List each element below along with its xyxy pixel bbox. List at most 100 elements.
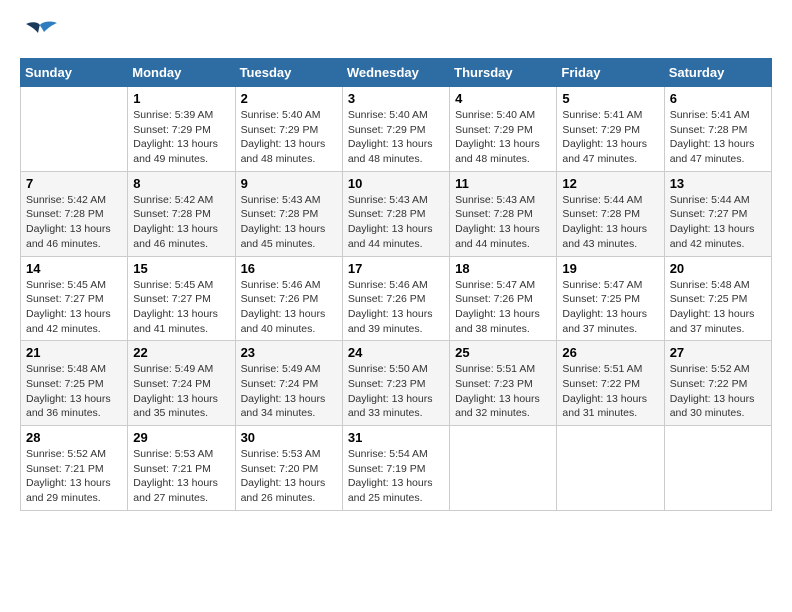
day-number: 16 <box>241 261 337 276</box>
calendar-cell: 25 Sunrise: 5:51 AM Sunset: 7:23 PM Dayli… <box>450 341 557 426</box>
day-info: Sunrise: 5:54 AM Sunset: 7:19 PM Dayligh… <box>348 447 444 506</box>
calendar-cell: 31 Sunrise: 5:54 AM Sunset: 7:19 PM Dayli… <box>342 426 449 511</box>
day-info: Sunrise: 5:52 AM Sunset: 7:22 PM Dayligh… <box>670 362 766 421</box>
calendar-cell: 3 Sunrise: 5:40 AM Sunset: 7:29 PM Daylig… <box>342 87 449 172</box>
calendar-cell: 23 Sunrise: 5:49 AM Sunset: 7:24 PM Dayli… <box>235 341 342 426</box>
day-number: 15 <box>133 261 229 276</box>
day-number: 20 <box>670 261 766 276</box>
calendar-cell: 1 Sunrise: 5:39 AM Sunset: 7:29 PM Daylig… <box>128 87 235 172</box>
day-info: Sunrise: 5:51 AM Sunset: 7:23 PM Dayligh… <box>455 362 551 421</box>
day-info: Sunrise: 5:40 AM Sunset: 7:29 PM Dayligh… <box>455 108 551 167</box>
day-number: 28 <box>26 430 122 445</box>
calendar-cell: 30 Sunrise: 5:53 AM Sunset: 7:20 PM Dayli… <box>235 426 342 511</box>
calendar-cell: 11 Sunrise: 5:43 AM Sunset: 7:28 PM Dayli… <box>450 171 557 256</box>
calendar-table: SundayMondayTuesdayWednesdayThursdayFrid… <box>20 58 772 511</box>
day-info: Sunrise: 5:50 AM Sunset: 7:23 PM Dayligh… <box>348 362 444 421</box>
calendar-cell: 7Sunrise: 5:42 AM Sunset: 7:28 PM Daylig… <box>21 171 128 256</box>
day-info: Sunrise: 5:49 AM Sunset: 7:24 PM Dayligh… <box>241 362 337 421</box>
day-number: 21 <box>26 345 122 360</box>
calendar-cell: 13 Sunrise: 5:44 AM Sunset: 7:27 PM Dayli… <box>664 171 771 256</box>
day-info: Sunrise: 5:41 AM Sunset: 7:29 PM Dayligh… <box>562 108 658 167</box>
weekday-header-thursday: Thursday <box>450 59 557 87</box>
day-number: 24 <box>348 345 444 360</box>
day-number: 3 <box>348 91 444 106</box>
calendar-cell: 2 Sunrise: 5:40 AM Sunset: 7:29 PM Daylig… <box>235 87 342 172</box>
calendar-week-1: 1 Sunrise: 5:39 AM Sunset: 7:29 PM Daylig… <box>21 87 772 172</box>
day-number: 4 <box>455 91 551 106</box>
calendar-cell: 26 Sunrise: 5:51 AM Sunset: 7:22 PM Dayli… <box>557 341 664 426</box>
calendar-week-3: 14 Sunrise: 5:45 AM Sunset: 7:27 PM Dayli… <box>21 256 772 341</box>
day-info: Sunrise: 5:47 AM Sunset: 7:26 PM Dayligh… <box>455 278 551 337</box>
day-number: 26 <box>562 345 658 360</box>
day-info: Sunrise: 5:43 AM Sunset: 7:28 PM Dayligh… <box>455 193 551 252</box>
calendar-cell: 5 Sunrise: 5:41 AM Sunset: 7:29 PM Daylig… <box>557 87 664 172</box>
day-info: Sunrise: 5:48 AM Sunset: 7:25 PM Dayligh… <box>670 278 766 337</box>
day-info: Sunrise: 5:43 AM Sunset: 7:28 PM Dayligh… <box>348 193 444 252</box>
day-number: 2 <box>241 91 337 106</box>
calendar-cell: 24 Sunrise: 5:50 AM Sunset: 7:23 PM Dayli… <box>342 341 449 426</box>
day-info: Sunrise: 5:42 AM Sunset: 7:28 PM Dayligh… <box>133 193 229 252</box>
day-number: 5 <box>562 91 658 106</box>
day-number: 25 <box>455 345 551 360</box>
day-number: 13 <box>670 176 766 191</box>
day-number: 31 <box>348 430 444 445</box>
weekday-header-friday: Friday <box>557 59 664 87</box>
calendar-cell: 16 Sunrise: 5:46 AM Sunset: 7:26 PM Dayli… <box>235 256 342 341</box>
day-info: Sunrise: 5:45 AM Sunset: 7:27 PM Dayligh… <box>26 278 122 337</box>
page-header <box>20 20 772 48</box>
day-number: 29 <box>133 430 229 445</box>
day-number: 1 <box>133 91 229 106</box>
day-info: Sunrise: 5:47 AM Sunset: 7:25 PM Dayligh… <box>562 278 658 337</box>
calendar-cell <box>450 426 557 511</box>
calendar-cell <box>664 426 771 511</box>
day-info: Sunrise: 5:51 AM Sunset: 7:22 PM Dayligh… <box>562 362 658 421</box>
calendar-cell: 20 Sunrise: 5:48 AM Sunset: 7:25 PM Dayli… <box>664 256 771 341</box>
day-number: 18 <box>455 261 551 276</box>
day-info: Sunrise: 5:40 AM Sunset: 7:29 PM Dayligh… <box>348 108 444 167</box>
day-info: Sunrise: 5:49 AM Sunset: 7:24 PM Dayligh… <box>133 362 229 421</box>
calendar-cell: 17 Sunrise: 5:46 AM Sunset: 7:26 PM Dayli… <box>342 256 449 341</box>
logo <box>20 20 58 48</box>
calendar-cell: 8 Sunrise: 5:42 AM Sunset: 7:28 PM Daylig… <box>128 171 235 256</box>
day-info: Sunrise: 5:44 AM Sunset: 7:28 PM Dayligh… <box>562 193 658 252</box>
calendar-week-5: 28 Sunrise: 5:52 AM Sunset: 7:21 PM Dayli… <box>21 426 772 511</box>
weekday-header-row: SundayMondayTuesdayWednesdayThursdayFrid… <box>21 59 772 87</box>
logo-bird-icon <box>22 20 58 48</box>
day-info: Sunrise: 5:52 AM Sunset: 7:21 PM Dayligh… <box>26 447 122 506</box>
calendar-cell: 18 Sunrise: 5:47 AM Sunset: 7:26 PM Dayli… <box>450 256 557 341</box>
calendar-cell: 22 Sunrise: 5:49 AM Sunset: 7:24 PM Dayli… <box>128 341 235 426</box>
calendar-cell: 28 Sunrise: 5:52 AM Sunset: 7:21 PM Dayli… <box>21 426 128 511</box>
day-number: 17 <box>348 261 444 276</box>
day-info: Sunrise: 5:41 AM Sunset: 7:28 PM Dayligh… <box>670 108 766 167</box>
calendar-cell: 6 Sunrise: 5:41 AM Sunset: 7:28 PM Daylig… <box>664 87 771 172</box>
day-number: 6 <box>670 91 766 106</box>
day-info: Sunrise: 5:46 AM Sunset: 7:26 PM Dayligh… <box>348 278 444 337</box>
weekday-header-tuesday: Tuesday <box>235 59 342 87</box>
day-info: Sunrise: 5:43 AM Sunset: 7:28 PM Dayligh… <box>241 193 337 252</box>
day-info: Sunrise: 5:44 AM Sunset: 7:27 PM Dayligh… <box>670 193 766 252</box>
calendar-cell: 9Sunrise: 5:43 AM Sunset: 7:28 PM Daylig… <box>235 171 342 256</box>
weekday-header-wednesday: Wednesday <box>342 59 449 87</box>
day-info: Sunrise: 5:53 AM Sunset: 7:20 PM Dayligh… <box>241 447 337 506</box>
day-info: Sunrise: 5:46 AM Sunset: 7:26 PM Dayligh… <box>241 278 337 337</box>
day-info: Sunrise: 5:39 AM Sunset: 7:29 PM Dayligh… <box>133 108 229 167</box>
weekday-header-sunday: Sunday <box>21 59 128 87</box>
weekday-header-saturday: Saturday <box>664 59 771 87</box>
day-number: 8 <box>133 176 229 191</box>
day-number: 7 <box>26 176 122 191</box>
calendar-week-4: 21 Sunrise: 5:48 AM Sunset: 7:25 PM Dayli… <box>21 341 772 426</box>
calendar-cell: 15Sunrise: 5:45 AM Sunset: 7:27 PM Dayli… <box>128 256 235 341</box>
day-number: 14 <box>26 261 122 276</box>
day-number: 12 <box>562 176 658 191</box>
day-number: 30 <box>241 430 337 445</box>
calendar-cell: 10Sunrise: 5:43 AM Sunset: 7:28 PM Dayli… <box>342 171 449 256</box>
calendar-week-2: 7 Sunrise: 5:42 AM Sunset: 7:28 PM Daylig… <box>21 171 772 256</box>
day-number: 22 <box>133 345 229 360</box>
day-number: 23 <box>241 345 337 360</box>
day-number: 19 <box>562 261 658 276</box>
day-info: Sunrise: 5:40 AM Sunset: 7:29 PM Dayligh… <box>241 108 337 167</box>
calendar-cell: 14 Sunrise: 5:45 AM Sunset: 7:27 PM Dayli… <box>21 256 128 341</box>
day-number: 11 <box>455 176 551 191</box>
day-info: Sunrise: 5:48 AM Sunset: 7:25 PM Dayligh… <box>26 362 122 421</box>
calendar-cell: 12 Sunrise: 5:44 AM Sunset: 7:28 PM Dayli… <box>557 171 664 256</box>
